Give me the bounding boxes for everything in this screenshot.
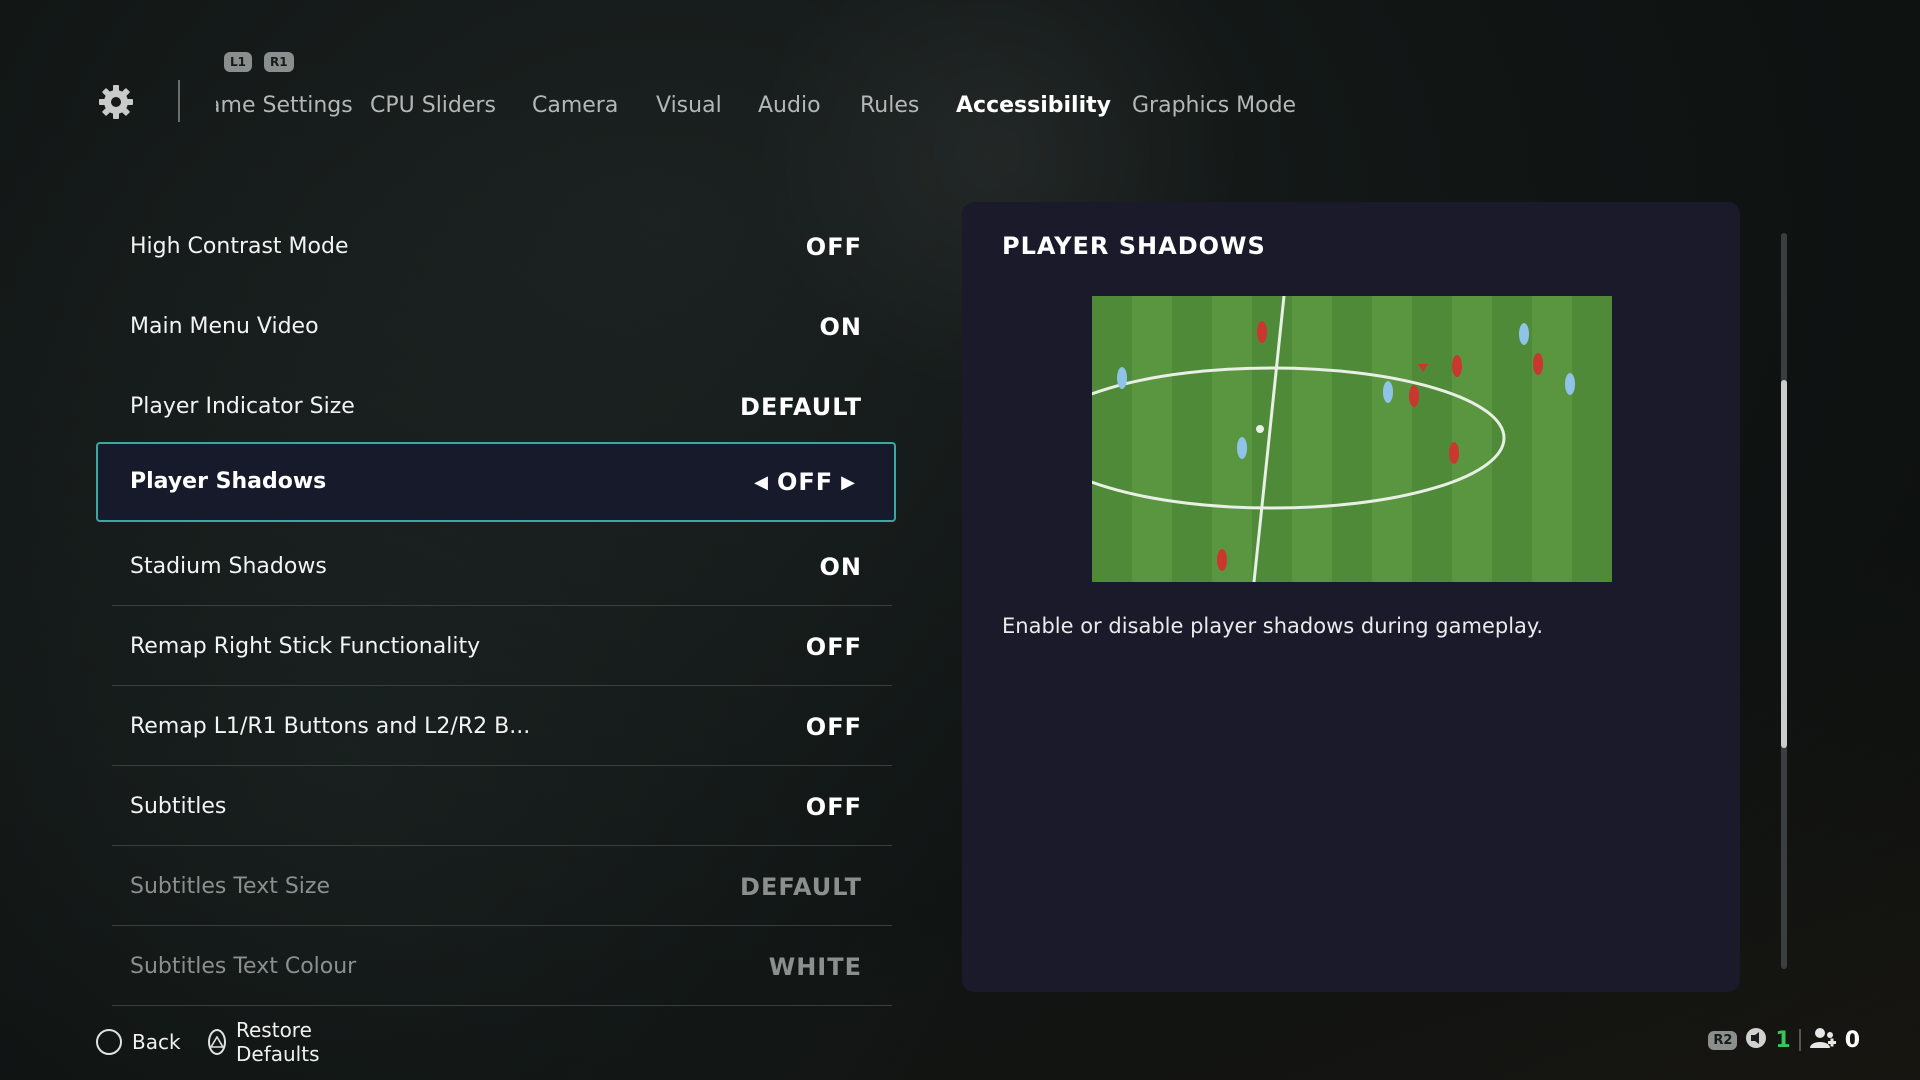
setting-label: Remap L1/R1 Buttons and L2/R2 B... <box>130 714 531 739</box>
detail-title: PLAYER SHADOWS <box>1002 232 1266 260</box>
setting-value: WHITE <box>768 953 862 981</box>
tab-audio[interactable]: Audio <box>758 86 821 126</box>
arrow-right-icon[interactable]: ▶ <box>841 445 856 521</box>
detail-description: Enable or disable player shadows during … <box>1002 614 1544 638</box>
setting-label: Subtitles Text Colour <box>130 954 357 979</box>
setting-label: High Contrast Mode <box>130 234 349 259</box>
triangle-button-icon <box>208 1029 226 1055</box>
setting-label: Subtitles Text Size <box>130 874 330 899</box>
party-count: 0 <box>1844 1027 1860 1053</box>
setting-row-subtitles[interactable]: Subtitles OFF <box>96 768 896 846</box>
setting-value-selector: ◀ OFF ▶ <box>746 444 864 521</box>
setting-label: Player Shadows <box>130 469 327 494</box>
row-divider <box>112 1005 892 1006</box>
row-divider <box>112 685 892 686</box>
setting-label: Player Indicator Size <box>130 394 355 419</box>
tab-visual[interactable]: Visual <box>656 86 722 126</box>
back-button[interactable]: Back <box>96 1024 181 1060</box>
tab-accessibility[interactable]: Accessibility <box>956 86 1111 126</box>
r2-button-hint: R2 <box>1708 1030 1738 1050</box>
setting-row-subtitles-text-size: Subtitles Text Size DEFAULT <box>96 848 896 926</box>
status-bar: R2 1 0 <box>1708 1022 1860 1058</box>
arrow-left-icon[interactable]: ◀ <box>754 445 769 521</box>
row-divider <box>112 845 892 846</box>
setting-row-remap-right-stick[interactable]: Remap Right Stick Functionality OFF <box>96 608 896 686</box>
tab-game-settings[interactable]: Game Settings <box>216 86 353 126</box>
setting-value: ON <box>819 553 862 581</box>
row-divider <box>112 765 892 766</box>
speaker-icon <box>1745 1027 1767 1053</box>
status-divider <box>1798 1029 1801 1051</box>
setting-value: OFF <box>805 793 862 821</box>
row-divider <box>112 925 892 926</box>
l1-button-hint[interactable]: L1 <box>224 52 252 72</box>
setting-value: OFF <box>805 233 862 261</box>
setting-label: Remap Right Stick Functionality <box>130 634 481 659</box>
setting-value: OFF <box>805 633 862 661</box>
setting-row-remap-l1-r1[interactable]: Remap L1/R1 Buttons and L2/R2 B... OFF <box>96 688 896 766</box>
tab-cpu-sliders[interactable]: CPU Sliders <box>370 86 496 126</box>
party-icon <box>1809 1027 1837 1053</box>
setting-value: ON <box>819 313 862 341</box>
nav-divider <box>178 80 180 122</box>
gear-icon[interactable] <box>96 82 136 122</box>
restore-defaults-button[interactable]: Restore Defaults <box>208 1018 328 1066</box>
setting-value: OFF <box>776 468 834 496</box>
tab-camera[interactable]: Camera <box>532 86 618 126</box>
setting-row-main-menu-video[interactable]: Main Menu Video ON <box>96 288 896 366</box>
restore-defaults-label: Restore Defaults <box>236 1018 320 1066</box>
setting-row-player-shadows[interactable]: Player Shadows ◀ OFF ▶ <box>96 442 896 522</box>
setting-label: Main Menu Video <box>130 314 319 339</box>
setting-row-stadium-shadows[interactable]: Stadium Shadows ON <box>96 528 896 606</box>
back-label: Back <box>132 1030 181 1054</box>
tab-graphics-mode[interactable]: Graphics Mode <box>1132 86 1296 126</box>
active-count: 1 <box>1775 1027 1791 1053</box>
scrollbar-thumb[interactable] <box>1781 380 1787 749</box>
setting-row-high-contrast-mode[interactable]: High Contrast Mode OFF <box>96 208 896 286</box>
settings-tabs: Game Settings CPU Sliders Camera Visual … <box>216 86 1316 126</box>
scrollbar-track[interactable] <box>1781 233 1787 969</box>
setting-row-player-indicator-size[interactable]: Player Indicator Size DEFAULT <box>96 368 896 446</box>
detail-panel: PLAYER SHADOWS Enable or disable player … <box>962 202 1740 992</box>
setting-row-subtitles-text-colour: Subtitles Text Colour WHITE <box>96 928 896 1006</box>
r1-button-hint[interactable]: R1 <box>264 52 294 72</box>
setting-label: Subtitles <box>130 794 227 819</box>
preview-image <box>1092 296 1612 582</box>
setting-value: DEFAULT <box>740 873 862 901</box>
setting-value: OFF <box>805 713 862 741</box>
tab-rules[interactable]: Rules <box>860 86 919 126</box>
setting-label: Stadium Shadows <box>130 554 327 579</box>
row-divider <box>112 605 892 606</box>
setting-value: DEFAULT <box>740 393 862 421</box>
circle-button-icon <box>96 1029 122 1055</box>
